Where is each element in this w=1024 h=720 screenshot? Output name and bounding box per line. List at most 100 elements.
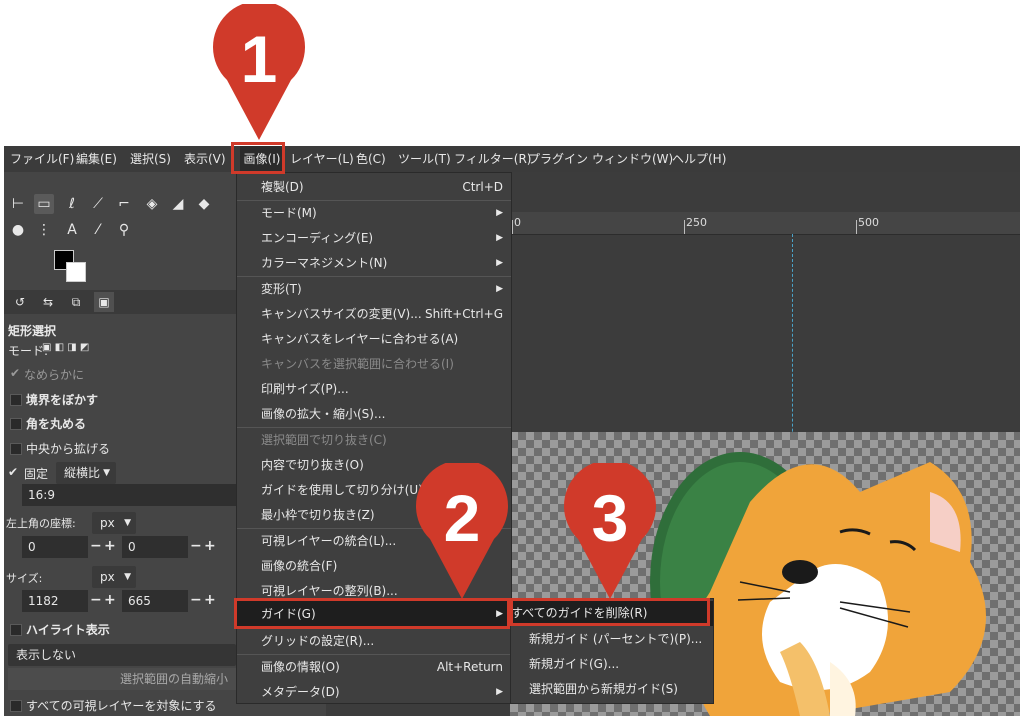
color-picker-tool-icon[interactable]: ⁄ [88,220,108,240]
zoom-tool-icon[interactable]: ⚲ [114,220,134,240]
undo-history-tab-icon[interactable]: ⧉ [66,292,86,312]
path-tool-icon[interactable]: ⋮ [34,220,54,240]
position-x-input[interactable]: 0 [22,536,88,558]
menu-bar: ファイル(F) 編集(E) 選択(S) 表示(V) 画像(I) レイヤー(L) … [4,146,1020,172]
free-select-tool-icon[interactable]: ℓ [62,194,82,214]
feather-checkbox[interactable] [10,394,22,406]
menu-item-image-properties[interactable]: 画像の情報(O) Alt+Return [237,655,511,680]
submenu-arrow-icon: ▶ [496,208,503,218]
menu-item-canvas-size[interactable]: キャンバスサイズの変更(V)... Shift+Ctrl+G [237,302,511,327]
align-tool-icon[interactable]: ⊢ [8,194,28,214]
antialias-check-icon: ✔ [10,366,21,380]
expand-center-label: 中央から拡げる [26,442,111,456]
width-input[interactable]: 1182 [22,590,88,612]
selection-mode-icons[interactable]: ▣ ◧ ◨ ◩ [42,342,89,353]
menu-item-fit-canvas-selection[interactable]: キャンバスを選択範囲に合わせる(I) [237,352,511,377]
transform-tool-icon[interactable]: ◈ [142,194,162,214]
menu-item-metadata[interactable]: メタデータ(D) ▶ [237,680,511,705]
ruler-tick [856,220,857,234]
callout-pin-2: 2 [416,463,508,599]
menu-item-scale-image[interactable]: 画像の拡大・縮小(S)... [237,402,511,427]
menu-file[interactable]: ファイル(F) [10,146,74,172]
submenu-item-new-guide-percent[interactable]: 新規ガイド (パーセントで)(P)... [511,627,713,652]
position-x-plus-button[interactable]: + [104,538,116,554]
callout-pin-1: 1 [213,4,305,140]
menu-plugins[interactable]: プラグイン [528,146,588,172]
position-unit-dropdown[interactable]: px ▼ [92,512,136,534]
dock-tabs: ↺ ⇆ ⧉ ▣ [4,290,236,314]
guides-dropdown[interactable]: 表示しない [8,644,236,666]
fixed-mode-dropdown[interactable]: 縦横比 ▼ [56,462,116,484]
text-tool-icon[interactable]: A [62,220,82,240]
fixed-check-icon[interactable]: ✔ [8,465,18,479]
menu-windows[interactable]: ウィンドウ(W) [592,146,673,172]
position-unit-value: px [100,516,115,530]
background-color-swatch[interactable] [66,262,86,282]
height-plus-button[interactable]: + [204,592,216,608]
position-label: 左上角の座標: [6,517,76,530]
rounded-corners-checkbox[interactable] [10,418,22,430]
width-minus-button[interactable]: − [90,592,102,608]
menu-view[interactable]: 表示(V) [184,146,226,172]
width-plus-button[interactable]: + [104,592,116,608]
callout-box-guides-item [234,598,510,629]
menu-item-encoding[interactable]: エンコーディング(E) ▶ [237,226,511,251]
warp-tool-icon[interactable]: ◢ [168,194,188,214]
menu-item-mode[interactable]: モード(M) ▶ [237,201,511,226]
submenu-arrow-icon: ▶ [496,258,503,268]
menu-select[interactable]: 選択(S) [130,146,171,172]
images-tab-icon[interactable]: ▣ [94,292,114,312]
callout-box-remove-guides [510,598,710,626]
chevron-down-icon: ▼ [124,518,131,528]
callout-pin-3: 3 [564,463,656,599]
crop-tool-icon[interactable]: ⌐ [114,194,134,214]
rect-select-tool-icon[interactable]: ▭ [34,194,54,214]
bucket-fill-tool-icon[interactable]: ◆ [194,194,214,214]
menu-item-print-size[interactable]: 印刷サイズ(P)... [237,377,511,402]
toolbox-panel: ⊢ ▭ ℓ ⟋ ⌐ ◈ ◢ ◆ ● ⋮ A ⁄ ⚲ ↺ ⇆ ⧉ ▣ 矩形選択 モ… [4,172,236,716]
ratio-field[interactable]: 16:9 [22,484,236,506]
menu-item-crop-selection[interactable]: 選択範囲で切り抜き(C) [237,428,511,453]
tool-options-tab-icon[interactable]: ↺ [10,292,30,312]
horizontal-ruler[interactable]: 0 250 500 [510,212,1020,235]
callout-box-image-menu [231,142,285,174]
size-label: サイズ: [6,572,43,585]
ruler-tick [512,220,513,234]
feather-label: 境界をぼかす [26,393,99,407]
submenu-item-new-guide[interactable]: 新規ガイド(G)... [511,652,713,677]
expand-center-checkbox[interactable] [10,443,22,455]
auto-shrink-button[interactable]: 選択範囲の自動縮小 [8,668,236,690]
height-input[interactable]: 665 [122,590,188,612]
menu-item-transform[interactable]: 変形(T) ▶ [237,277,511,302]
height-minus-button[interactable]: − [190,592,202,608]
highlight-label: ハイライト表示 [26,623,110,637]
ruler-label-500: 500 [858,216,879,229]
submenu-item-guides-from-selection[interactable]: 選択範囲から新規ガイド(S) [511,677,713,702]
size-unit-dropdown[interactable]: px ▼ [92,566,136,588]
antialias-label[interactable]: なめらかに [24,366,84,383]
menu-filters[interactable]: フィルター(R) [454,146,531,172]
callout-number-2: 2 [444,481,481,555]
position-y-plus-button[interactable]: + [204,538,216,554]
callout-number-1: 1 [241,22,278,96]
sample-merged-checkbox[interactable] [10,700,22,712]
position-y-input[interactable]: 0 [122,536,188,558]
fuzzy-select-tool-icon[interactable]: ⟋ [88,194,108,214]
menu-item-grid-settings[interactable]: グリッドの設定(R)... [237,629,511,654]
callout-number-3: 3 [592,481,629,555]
tool-title: 矩形選択 [8,324,57,338]
device-status-tab-icon[interactable]: ⇆ [38,292,58,312]
menu-colors[interactable]: 色(C) [356,146,386,172]
smudge-tool-icon[interactable]: ● [8,220,28,240]
menu-edit[interactable]: 編集(E) [76,146,117,172]
menu-layer[interactable]: レイヤー(L) [290,146,354,172]
menu-item-fit-canvas-layers[interactable]: キャンバスをレイヤーに合わせる(A) [237,327,511,352]
position-x-minus-button[interactable]: − [90,538,102,554]
menu-item-duplicate[interactable]: 複製(D) Ctrl+D [237,175,511,200]
highlight-checkbox[interactable] [10,624,22,636]
submenu-arrow-icon: ▶ [496,687,503,697]
menu-help[interactable]: ヘルプ(H) [672,146,726,172]
menu-item-color-management[interactable]: カラーマネジメント(N) ▶ [237,251,511,276]
menu-tools[interactable]: ツール(T) [398,146,451,172]
position-y-minus-button[interactable]: − [190,538,202,554]
